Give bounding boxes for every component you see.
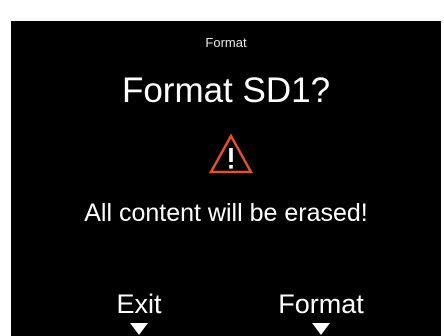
- exit-button-label: Exit: [116, 289, 162, 319]
- warning-icon: [208, 133, 254, 174]
- format-dialog-screen: Format Format SD1? All content will be e…: [11, 21, 441, 336]
- format-question: Format SD1?: [121, 71, 331, 110]
- exit-button[interactable]: Exit: [99, 289, 179, 335]
- format-button-label: Format: [278, 289, 364, 319]
- format-button[interactable]: Format: [261, 289, 381, 335]
- down-triangle-icon: [312, 323, 330, 335]
- down-triangle-icon: [130, 323, 148, 335]
- erase-warning-message: All content will be erased!: [84, 199, 368, 227]
- menu-title: Format: [205, 35, 247, 50]
